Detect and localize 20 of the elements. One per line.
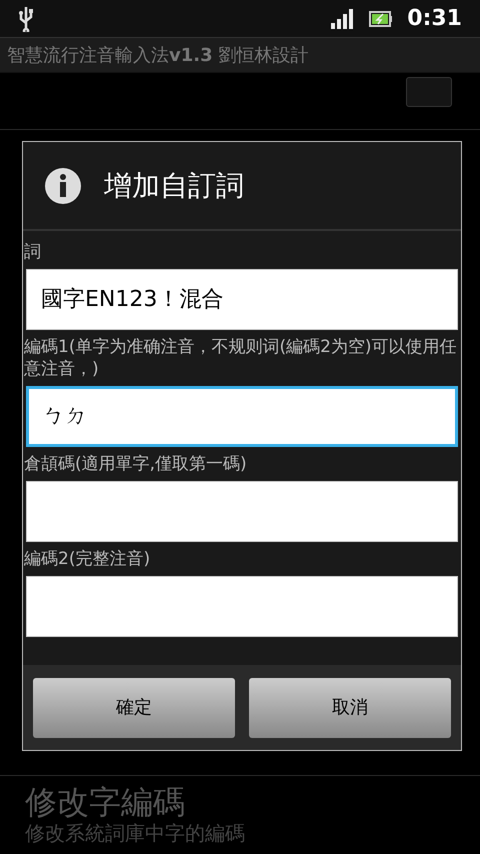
text-field[interactable]: ㄅㄉ (26, 386, 458, 447)
clock: 0:31 (407, 5, 462, 33)
field-label: 編碼2(完整注音) (24, 548, 152, 571)
dialog-title: 增加自訂詞 (104, 168, 244, 204)
field-label: 詞 (24, 241, 42, 264)
info-icon (44, 166, 82, 204)
setting-summary: 修改系統詞庫中字的編碼 (25, 820, 246, 846)
app-title: 智慧流行注音輸入法v1.3 劉恒林設計 (7, 44, 308, 68)
text-field[interactable] (26, 576, 458, 637)
usb-icon (18, 6, 34, 32)
dialog-button[interactable]: 確定 (33, 678, 235, 738)
checkbox[interactable] (406, 77, 452, 107)
text-field[interactable] (26, 481, 458, 542)
field-label: 編碼1(单字为准确注音，不规则词(編碼2为空)可以使用任意注音，) (24, 336, 458, 381)
field-label: 倉頡碼(適用單字,僅取第一碼) (24, 453, 248, 476)
text-field[interactable]: 國字EN123！混合 (26, 269, 458, 330)
setting-title: 修改字編碼 (25, 784, 186, 820)
signal-icon (331, 8, 356, 28)
dialog-button[interactable]: 取消 (249, 678, 451, 738)
battery-icon (369, 10, 394, 28)
